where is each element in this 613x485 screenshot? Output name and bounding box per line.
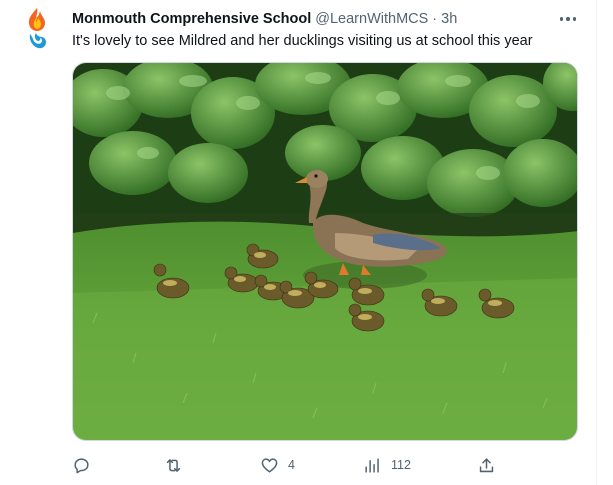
tweet-time[interactable]: 3h: [441, 11, 457, 27]
photo-ducks: [73, 63, 577, 440]
views-button[interactable]: 112: [363, 454, 411, 476]
views-icon: [365, 457, 379, 473]
more-dots-icon[interactable]: [556, 9, 580, 29]
like-count: 4: [288, 458, 295, 472]
separator: ·: [432, 11, 438, 27]
views-count: 112: [391, 458, 411, 472]
retweet-button[interactable]: [164, 454, 192, 476]
tweet-header: Monmouth Comprehensive School @LearnWith…: [72, 9, 457, 29]
flame-logo-icon[interactable]: [22, 6, 52, 52]
reply-button[interactable]: [72, 454, 100, 476]
share-button[interactable]: [477, 454, 496, 476]
like-button[interactable]: 4: [260, 454, 295, 476]
retweet-icon: [166, 458, 181, 472]
share-icon: [479, 457, 494, 472]
author-name[interactable]: Monmouth Comprehensive School: [72, 11, 311, 27]
tweet: Monmouth Comprehensive School @LearnWith…: [0, 0, 613, 485]
divider: [596, 0, 597, 485]
author-handle[interactable]: @LearnWithMCS: [315, 11, 428, 27]
tweet-actions: 4 112: [72, 451, 578, 479]
heart-icon: [261, 457, 278, 473]
reply-icon: [74, 457, 89, 473]
tweet-photo[interactable]: [72, 62, 578, 441]
tweet-text: It's lovely to see Mildred and her duckl…: [72, 33, 533, 49]
